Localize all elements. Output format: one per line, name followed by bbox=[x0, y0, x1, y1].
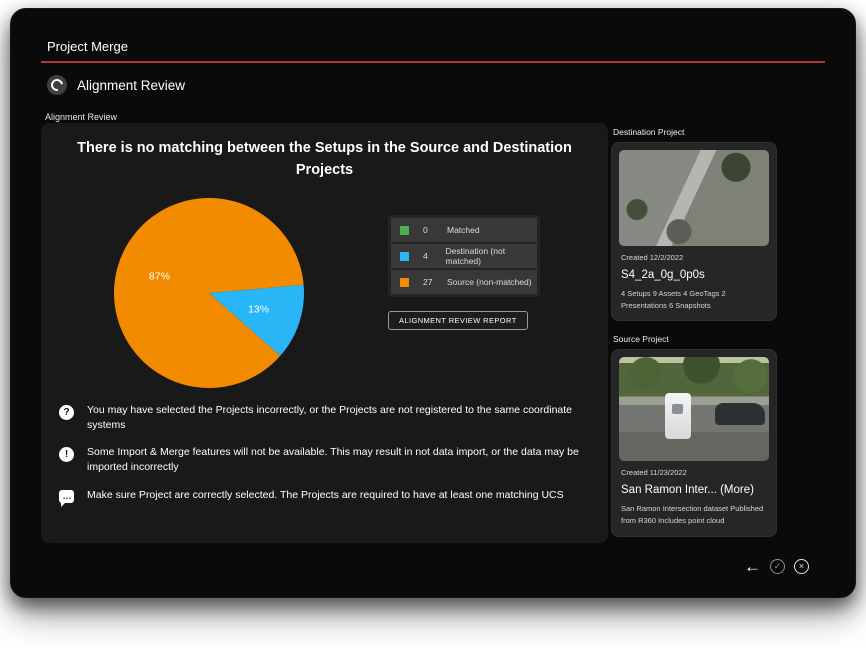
question-icon: ? bbox=[59, 405, 74, 420]
legend-swatch-matched bbox=[400, 226, 409, 235]
exclamation-icon: ! bbox=[59, 447, 74, 462]
legend-value-matched: 0 bbox=[423, 225, 447, 235]
pie-chart: 13% 87% bbox=[109, 193, 309, 393]
footer-actions: ← ✓ × bbox=[744, 558, 809, 575]
alignment-review-heading: Alignment Review bbox=[77, 78, 185, 93]
source-created-date: Created 11/23/2022 bbox=[621, 468, 767, 477]
svg-text:13%: 13% bbox=[248, 303, 269, 315]
legend-label-source: Source (non-matched) bbox=[447, 277, 532, 287]
back-button[interactable]: ← bbox=[744, 558, 761, 575]
window-title: Project Merge bbox=[47, 39, 128, 54]
legend-value-source: 27 bbox=[423, 277, 447, 287]
scanner-shape bbox=[665, 393, 691, 439]
notes-list: ? You may have selected the Projects inc… bbox=[59, 403, 594, 503]
note-item: … Make sure Project are correctly select… bbox=[59, 488, 594, 503]
note-text: Make sure Project are correctly selected… bbox=[87, 488, 564, 503]
destination-project-thumbnail bbox=[619, 150, 769, 246]
panel-title: There is no matching between the Setups … bbox=[55, 137, 594, 182]
pie-legend: 0 Matched 4 Destination (not matched) 27… bbox=[388, 215, 540, 297]
source-project-label: Source Project bbox=[613, 334, 777, 344]
note-item: ! Some Import & Merge features will not … bbox=[59, 445, 594, 474]
note-text: You may have selected the Projects incor… bbox=[87, 403, 594, 432]
legend-swatch-source bbox=[400, 278, 409, 287]
legend-value-destination: 4 bbox=[423, 251, 446, 261]
source-project-description: San Ramon Intersection dataset Published… bbox=[621, 503, 767, 526]
project-sidebar: Destination Project Created 12/2/2022 S4… bbox=[611, 123, 777, 550]
source-project-name-text: San Ramon Inter... bbox=[621, 484, 717, 496]
alignment-review-header: Alignment Review bbox=[47, 75, 185, 95]
svg-text:87%: 87% bbox=[149, 271, 170, 283]
source-project-thumbnail bbox=[619, 357, 769, 461]
car-shape bbox=[715, 403, 765, 425]
note-text: Some Import & Merge features will not be… bbox=[87, 445, 594, 474]
source-project-name: San Ramon Inter... (More) bbox=[621, 484, 767, 496]
legend-row-source: 27 Source (non-matched) bbox=[391, 270, 537, 294]
legend-label-destination: Destination (not matched) bbox=[446, 246, 537, 266]
title-divider bbox=[41, 61, 825, 63]
more-link[interactable]: (More) bbox=[720, 484, 754, 496]
destination-project-card: Created 12/2/2022 S4_2a_0g_0p0s 4 Setups… bbox=[611, 142, 777, 321]
alignment-review-icon bbox=[47, 75, 67, 95]
message-icon: … bbox=[59, 490, 74, 503]
confirm-button[interactable]: ✓ bbox=[770, 559, 785, 574]
legend-row-matched: 0 Matched bbox=[391, 218, 537, 242]
alignment-review-panel: There is no matching between the Setups … bbox=[41, 123, 608, 543]
destination-project-label: Destination Project bbox=[613, 127, 777, 137]
legend-label-matched: Matched bbox=[447, 225, 480, 235]
alignment-review-report-button[interactable]: ALIGNMENT REVIEW REPORT bbox=[388, 311, 528, 330]
project-merge-window: Project Merge Alignment Review Alignment… bbox=[10, 8, 856, 598]
alignment-review-section-label: Alignment Review bbox=[45, 112, 117, 122]
legend-swatch-destination bbox=[400, 252, 409, 261]
legend-row-destination: 4 Destination (not matched) bbox=[391, 244, 537, 268]
destination-project-name: S4_2a_0g_0p0s bbox=[621, 269, 767, 281]
note-item: ? You may have selected the Projects inc… bbox=[59, 403, 594, 432]
destination-created-date: Created 12/2/2022 bbox=[621, 253, 767, 262]
destination-project-stats: 4 Setups 9 Assets 4 GeoTags 2 Presentati… bbox=[621, 288, 767, 311]
close-button[interactable]: × bbox=[794, 559, 809, 574]
source-project-card: Created 11/23/2022 San Ramon Inter... (M… bbox=[611, 349, 777, 536]
